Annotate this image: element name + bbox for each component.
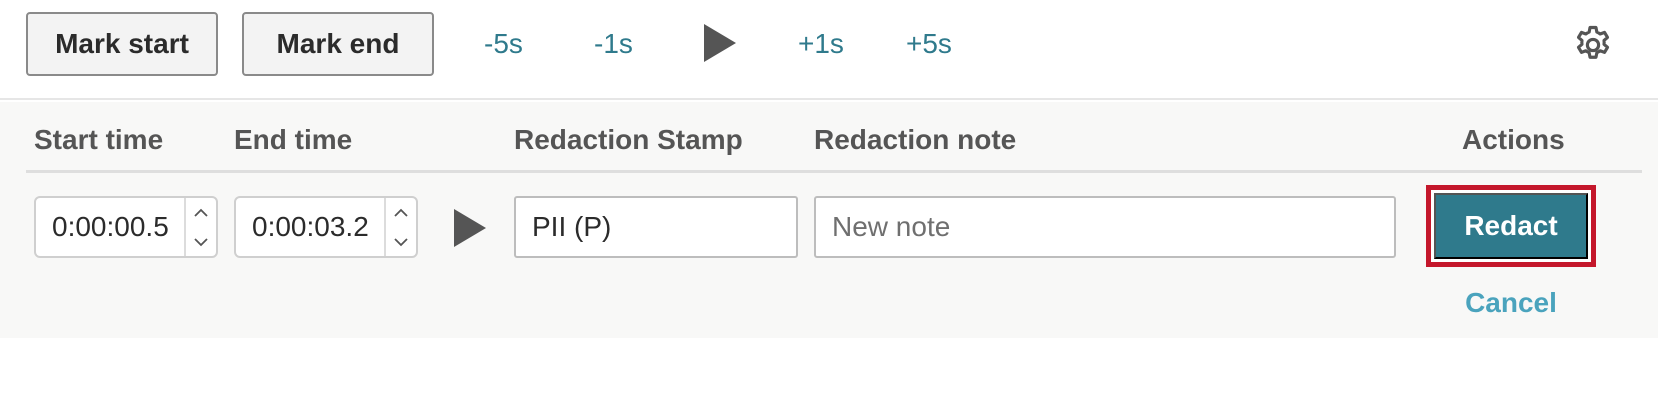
end-time-spinner[interactable] <box>384 198 416 256</box>
end-time-stepper[interactable]: 0:00:03.2 <box>234 196 418 258</box>
header-divider <box>26 170 1642 173</box>
gear-icon[interactable] <box>1572 24 1614 66</box>
chevron-up-icon[interactable] <box>192 207 210 219</box>
playback-toolbar: Mark start Mark end -5s -1s +1s +5s <box>0 0 1658 100</box>
redact-button[interactable]: Redact <box>1434 193 1588 259</box>
chevron-down-icon[interactable] <box>392 236 410 248</box>
mark-start-button[interactable]: Mark start <box>26 12 218 76</box>
start-time-stepper[interactable]: 0:00:00.5 <box>34 196 218 258</box>
chevron-down-icon[interactable] <box>192 236 210 248</box>
play-icon[interactable] <box>704 24 736 62</box>
end-time-input[interactable]: 0:00:03.2 <box>236 198 384 256</box>
redaction-note-input[interactable]: New note <box>814 196 1396 258</box>
header-end-time: End time <box>234 124 353 155</box>
mark-end-button[interactable]: Mark end <box>242 12 434 76</box>
play-segment-icon[interactable] <box>454 209 486 247</box>
skip-forward-5s-button[interactable]: +5s <box>906 22 952 66</box>
skip-back-1s-button[interactable]: -1s <box>594 22 633 66</box>
start-time-spinner[interactable] <box>184 198 216 256</box>
redaction-stamp-select[interactable]: PII (P) <box>514 196 798 258</box>
header-redaction-stamp: Redaction Stamp <box>514 124 743 155</box>
header-actions: Actions <box>1462 124 1565 155</box>
cancel-link[interactable]: Cancel <box>1440 282 1582 324</box>
header-redaction-note: Redaction note <box>814 124 1017 155</box>
skip-forward-1s-button[interactable]: +1s <box>798 22 844 66</box>
skip-back-5s-button[interactable]: -5s <box>484 22 523 66</box>
start-time-input[interactable]: 0:00:00.5 <box>36 198 184 256</box>
chevron-up-icon[interactable] <box>392 207 410 219</box>
header-start-time: Start time <box>34 124 164 155</box>
